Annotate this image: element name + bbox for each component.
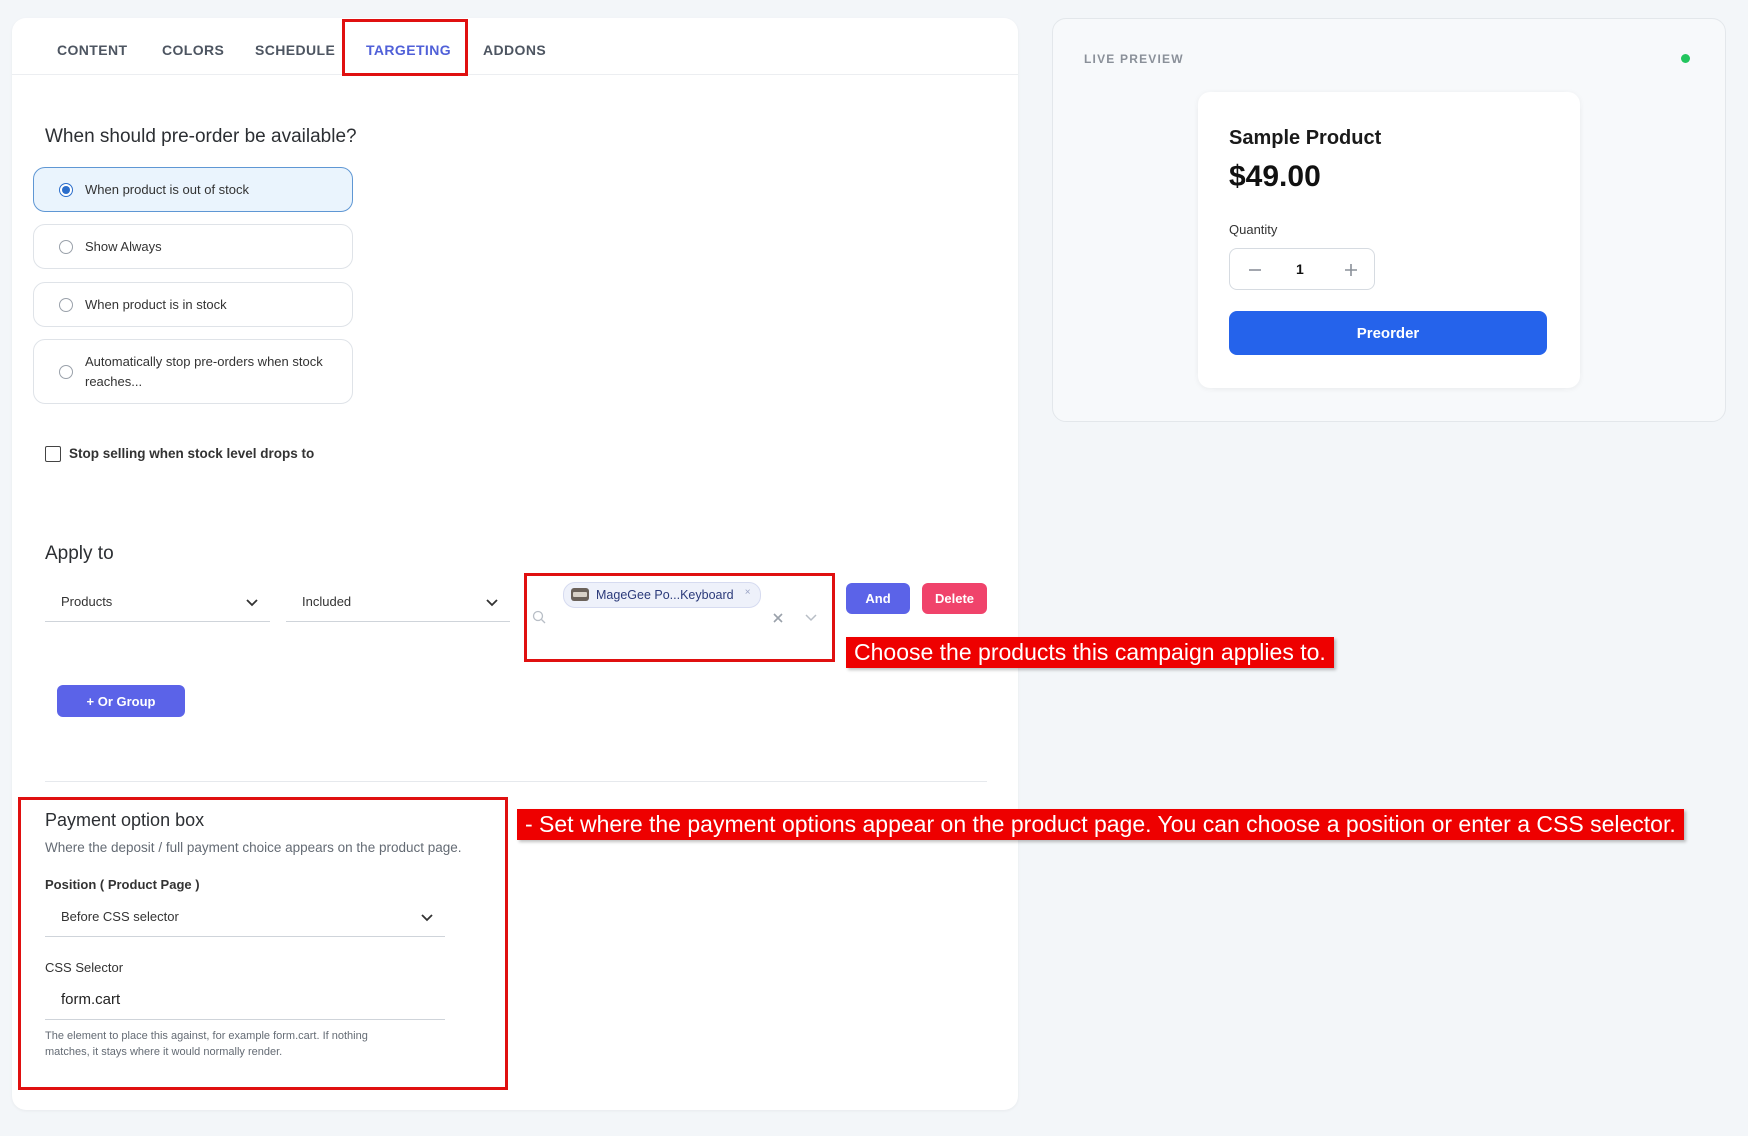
radio-button[interactable]: [59, 239, 73, 254]
radio-button[interactable]: [59, 297, 73, 312]
option-label: When product is in stock: [85, 296, 227, 312]
option-auto-stop[interactable]: Automatically stop pre-orders when stock…: [33, 339, 353, 404]
product-select-highlight: [524, 573, 835, 662]
targeting-tab-highlight: [342, 19, 468, 76]
option-out-of-stock[interactable]: When product is out of stock: [33, 167, 353, 212]
or-group-button[interactable]: + Or Group: [57, 685, 185, 717]
option-label: Show Always: [85, 238, 162, 254]
stop-selling-label: Stop selling when stock level drops to: [69, 446, 315, 461]
type-select-value: Products: [61, 594, 113, 609]
preorder-button[interactable]: Preorder: [1229, 311, 1547, 355]
minus-icon[interactable]: [1248, 263, 1262, 277]
status-dot: [1681, 54, 1690, 63]
tab-bar: CONTENT COLORS SCHEDULE TARGETING ADDONS: [12, 18, 1018, 75]
quantity-label: Quantity: [1229, 222, 1278, 237]
option-label: When product is out of stock: [85, 181, 250, 197]
products-annotation: Choose the products this campaign applie…: [846, 637, 1334, 668]
radio-button[interactable]: [59, 182, 73, 197]
plus-icon[interactable]: [1344, 263, 1358, 277]
chevron-down-icon: [486, 599, 498, 607]
chevron-down-icon: [246, 599, 258, 607]
option-label: Automatically stop pre-orders when stock…: [85, 353, 323, 389]
payment-annotation: - Set where the payment options appear o…: [517, 809, 1684, 840]
product-name: Sample Product: [1229, 127, 1382, 149]
quantity-value[interactable]: 1: [1296, 261, 1304, 277]
tab-colors[interactable]: COLORS: [162, 42, 224, 58]
section-divider: [45, 781, 987, 782]
mode-select[interactable]: Included: [286, 582, 510, 622]
payment-box-highlight: [18, 797, 508, 1090]
quantity-stepper[interactable]: 1: [1229, 248, 1375, 290]
tab-content[interactable]: CONTENT: [57, 42, 127, 58]
tab-addons[interactable]: ADDONS: [483, 42, 546, 58]
option-in-stock[interactable]: When product is in stock: [33, 282, 353, 327]
live-preview-heading: LIVE PREVIEW: [1084, 52, 1184, 66]
option-show-always[interactable]: Show Always: [33, 224, 353, 269]
radio-button[interactable]: [59, 364, 73, 379]
delete-button[interactable]: Delete: [922, 583, 987, 614]
type-select[interactable]: Products: [45, 582, 270, 622]
product-price: $49.00: [1229, 160, 1321, 193]
availability-title: When should pre-order be available?: [45, 126, 357, 147]
stop-selling-checkbox[interactable]: [45, 446, 61, 462]
mode-select-value: Included: [302, 594, 352, 609]
and-button[interactable]: And: [846, 583, 910, 614]
apply-to-title: Apply to: [45, 543, 114, 564]
tab-schedule[interactable]: SCHEDULE: [255, 42, 335, 58]
